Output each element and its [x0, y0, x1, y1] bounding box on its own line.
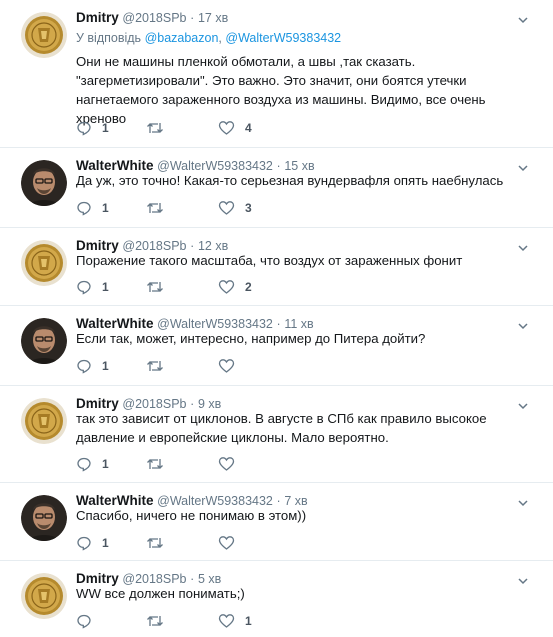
retweet-icon: [147, 282, 163, 292]
retweet-icon: [147, 459, 163, 469]
reply-count: 1: [102, 201, 109, 215]
avatar[interactable]: [21, 573, 67, 619]
avatar[interactable]: [21, 318, 67, 364]
avatar[interactable]: [21, 495, 67, 541]
chevron-down-icon[interactable]: [517, 13, 529, 25]
walter-white-icon: [21, 495, 67, 541]
heart-icon: [218, 280, 235, 294]
retweet-icon: [147, 361, 163, 371]
like-button[interactable]: 1: [218, 612, 252, 630]
reply-button[interactable]: 1: [76, 534, 109, 552]
like-count: 4: [245, 121, 252, 135]
tweet[interactable]: Dmitry @2018SPb · 17 хв У відповідь @baz…: [0, 0, 553, 148]
heart-icon: [218, 614, 235, 628]
reply-thread: Dmitry @2018SPb · 17 хв У відповідь @baz…: [0, 0, 553, 637]
gold-coin-icon: [21, 398, 67, 444]
reply-count: 1: [102, 280, 109, 294]
tweet[interactable]: Dmitry @2018SPb · 5 хв WW все должен пон…: [0, 561, 553, 637]
like-count: 3: [245, 201, 252, 215]
retweet-button[interactable]: [146, 119, 174, 137]
reply-user-link[interactable]: @bazabazon: [145, 31, 219, 45]
tweet-header: Dmitry @2018SPb · 17 хв: [76, 9, 228, 27]
display-name[interactable]: Dmitry: [76, 10, 119, 25]
heart-icon: [218, 457, 235, 471]
tweet-text: Да уж, это точно! Какая-то серьезная вун…: [76, 173, 504, 188]
gold-coin-icon: [21, 12, 67, 58]
gold-coin-icon: [21, 240, 67, 286]
tweet-text: Если так, может, интересно, например до …: [76, 331, 426, 346]
retweet-icon: [147, 538, 163, 548]
gold-coin-icon: [21, 573, 67, 619]
replying-to-label: У відповідь: [76, 31, 142, 45]
reply-count: 1: [102, 359, 109, 373]
reply-icon: [77, 457, 91, 472]
reply-icon: [77, 280, 91, 295]
reply-button[interactable]: [76, 612, 102, 630]
reply-icon: [77, 201, 91, 216]
like-button[interactable]: 3: [218, 199, 252, 217]
avatar[interactable]: [21, 160, 67, 206]
retweet-button[interactable]: [146, 612, 174, 630]
replying-to: У відповідь @bazabazon, @WalterW59383432: [76, 31, 342, 45]
tweet[interactable]: WalterWhite @WalterW59383432 · 15 хв Да …: [0, 148, 553, 228]
tweet-text: так это зависит от циклонов. В августе в…: [76, 411, 487, 445]
avatar[interactable]: [21, 12, 67, 58]
reply-button[interactable]: 1: [76, 455, 109, 473]
heart-icon: [218, 121, 235, 135]
like-count: 2: [245, 280, 252, 294]
tweet-text: Поражение такого масштаба, что воздух от…: [76, 253, 463, 268]
reply-button[interactable]: 1: [76, 278, 109, 296]
heart-icon: [218, 359, 235, 373]
retweet-button[interactable]: [146, 278, 174, 296]
like-button[interactable]: 4: [218, 119, 252, 137]
like-button[interactable]: [218, 534, 245, 552]
reply-user-link[interactable]: @WalterW59383432: [225, 31, 341, 45]
retweet-button[interactable]: [146, 357, 174, 375]
user-handle[interactable]: @2018SPb: [122, 11, 186, 25]
reply-icon: [77, 359, 91, 374]
reply-button[interactable]: 1: [76, 199, 109, 217]
timestamp[interactable]: 17 хв: [198, 11, 228, 25]
walter-white-icon: [21, 160, 67, 206]
retweet-button[interactable]: [146, 199, 174, 217]
reply-count: 1: [102, 121, 109, 135]
tweet[interactable]: WalterWhite @WalterW59383432 · 7 хв Спас…: [0, 483, 553, 561]
reply-count: 1: [102, 457, 109, 471]
retweet-button[interactable]: [146, 534, 174, 552]
tweet[interactable]: Dmitry @2018SPb · 9 хв так это зависит о…: [0, 386, 553, 483]
tweet-text: WW все должен понимать;): [76, 586, 245, 601]
reply-button[interactable]: 1: [76, 119, 109, 137]
like-count: 1: [245, 614, 252, 628]
separator-dot: ·: [190, 11, 195, 25]
walter-white-icon: [21, 318, 67, 364]
reply-button[interactable]: 1: [76, 357, 109, 375]
reply-count: 1: [102, 536, 109, 550]
reply-icon: [77, 121, 91, 136]
retweet-icon: [147, 203, 163, 213]
heart-icon: [218, 201, 235, 215]
reply-icon: [77, 614, 91, 629]
retweet-button[interactable]: [146, 455, 174, 473]
heart-icon: [218, 536, 235, 550]
retweet-icon: [147, 616, 163, 626]
like-button[interactable]: [218, 357, 245, 375]
avatar[interactable]: [21, 398, 67, 444]
tweet-text: Они не машины пленкой обмотали, а швы ,т…: [76, 54, 486, 126]
retweet-icon: [147, 123, 163, 133]
tweet-text: Спасибо, ничего не понимаю в этом)): [76, 508, 307, 523]
avatar[interactable]: [21, 240, 67, 286]
tweet[interactable]: Dmitry @2018SPb · 12 хв Поражение такого…: [0, 228, 553, 306]
like-button[interactable]: 2: [218, 278, 252, 296]
like-button[interactable]: [218, 455, 245, 473]
reply-icon: [77, 536, 91, 551]
tweet[interactable]: WalterWhite @WalterW59383432 · 11 хв Есл…: [0, 306, 553, 386]
